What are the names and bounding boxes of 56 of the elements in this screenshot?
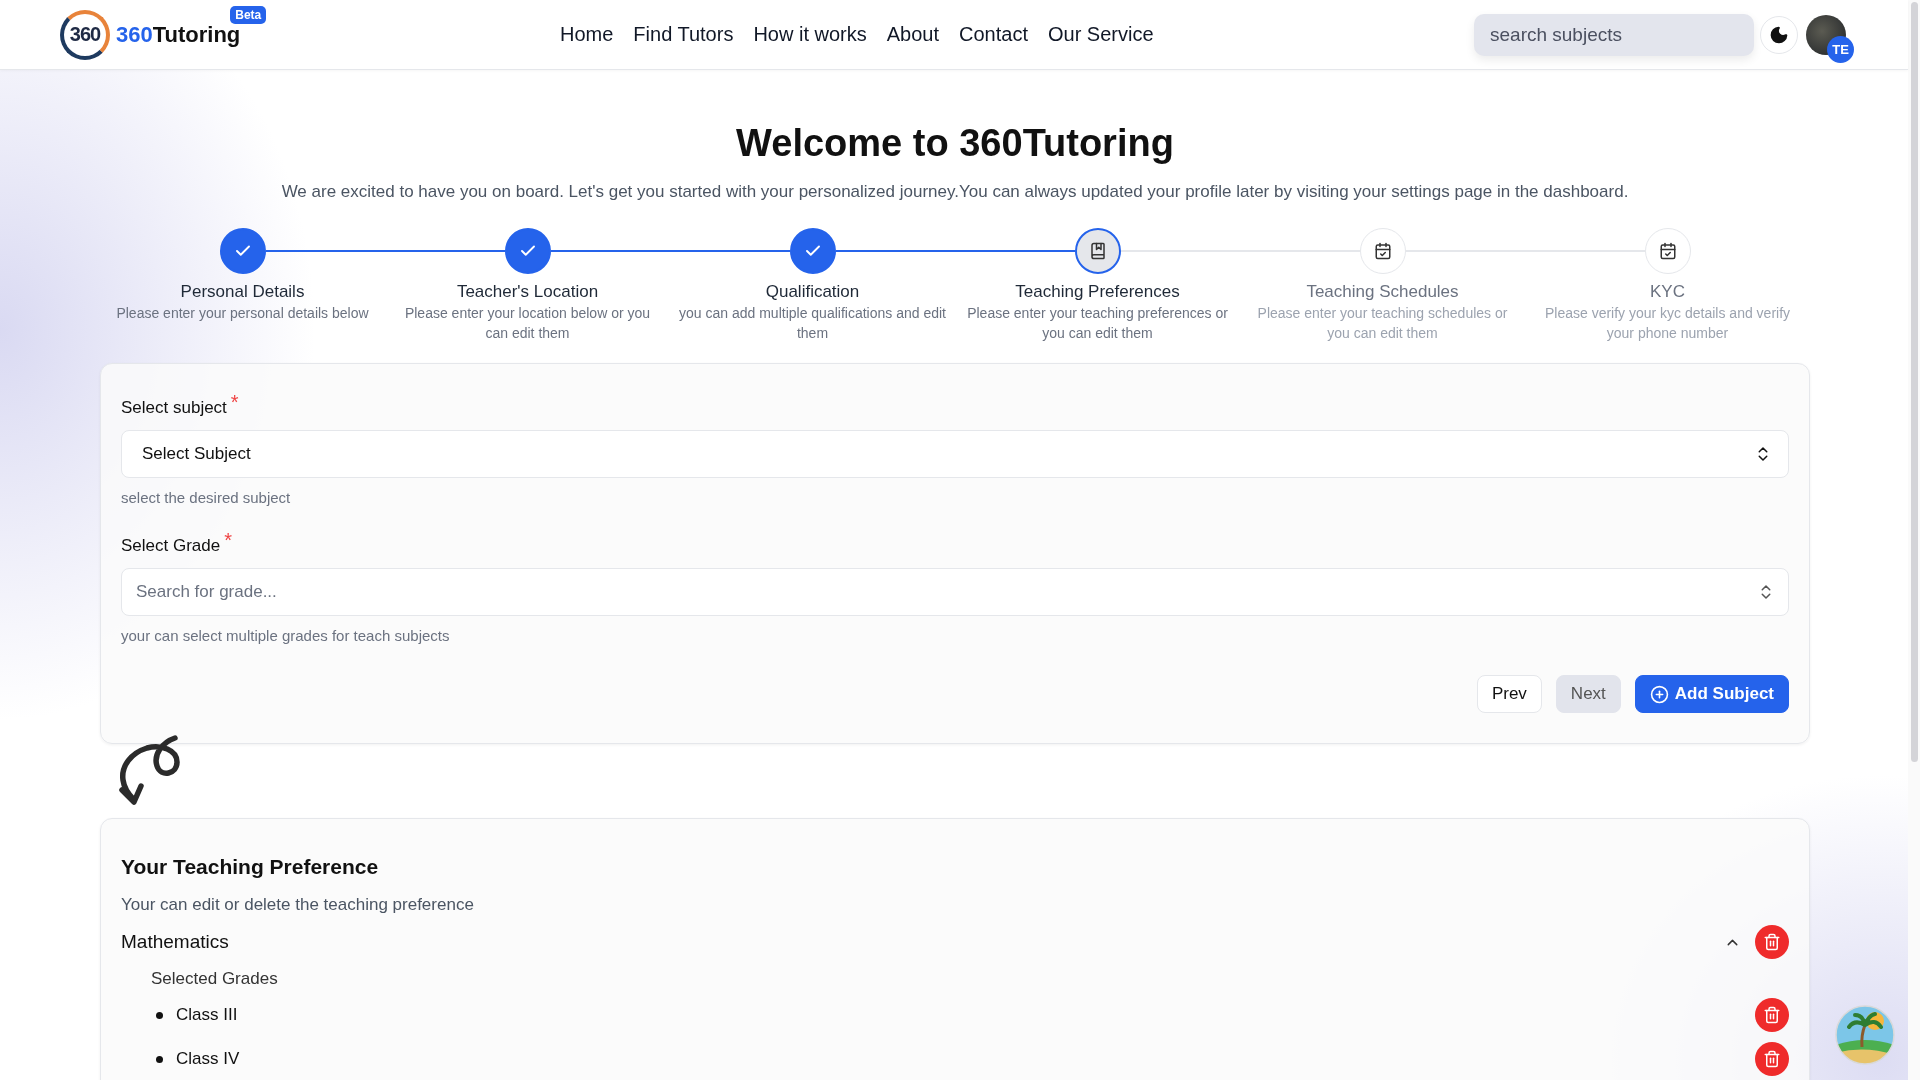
search-field[interactable]: search subjects [1474,13,1754,56]
delete-button[interactable] [1755,1042,1789,1076]
nav-link[interactable]: Our Service [1047,23,1154,46]
logo[interactable]: 360 [60,9,110,60]
grade-search-field[interactable]: Search for grade... [121,568,1789,616]
scrollbar-thumb[interactable] [1910,2,1918,762]
section-subtitle: Your can edit or delete the teaching preference [121,894,475,916]
step-title: KYC [1650,281,1685,303]
field-label: Select subject [121,397,227,419]
required-mark: * [230,392,239,412]
step-title: Teaching Schedules [1306,281,1459,303]
step-title: Qualification [765,281,860,303]
step-description: Please enter your personal details below [116,304,369,323]
grade-name: Class III [176,1005,239,1025]
nav-link[interactable]: Home [560,23,614,46]
add-subject-button[interactable]: Add Subject [1634,675,1789,713]
subject-name: Mathematics [121,930,230,954]
brand-name[interactable]: 360Tutoring [116,21,241,48]
section-title: Your Teaching Preference [121,854,380,880]
delete-button[interactable] [1755,998,1789,1032]
required-mark: * [224,530,233,550]
trash-icon [1763,933,1781,951]
bullet-icon [156,1011,163,1019]
calendar-check-icon [1373,242,1392,260]
step-description: you can add multiple qualifications and edit them [678,304,947,343]
nav-link[interactable]: About [886,23,940,46]
moon-icon [1769,24,1789,45]
bullet-icon [156,1055,163,1063]
theme-toggle-button[interactable] [1760,15,1798,54]
step-description: Please verify your kyc details and verify your phone number [1543,304,1792,343]
nav-button[interactable]: Prev [1476,675,1542,713]
field-label: Select Grade [121,535,221,557]
beta-badge: Beta [230,5,267,24]
book-icon [1088,242,1107,260]
subject-select[interactable]: Select Subject [121,430,1789,478]
step-title: Personal Details [180,281,305,303]
nav-link[interactable]: Contact [959,23,1028,46]
step-description: Please enter your teaching schedules or you can edit them [1256,304,1509,343]
nav-link[interactable]: How it works [753,23,867,46]
step-title: Teaching Preferences [1015,281,1180,303]
page-subtitle: We are excited to have you on board. Let's get you started with your personalized journey.You can always updated your profile later by visiting your settings page in the dashboard. [280,181,1630,203]
helper-text: select the desired subject [121,488,292,508]
trash-icon [1763,1006,1781,1024]
delete-button[interactable] [1755,925,1789,959]
nav-link[interactable]: Find Tutors [633,23,734,46]
helper-text: your can select multiple grades for teach subjects [121,626,451,646]
step-title: Teacher's Location [456,281,599,303]
grades-label: Selected Grades [151,968,279,990]
trash-icon [1763,1050,1781,1068]
page-title: Welcome to 360Tutoring [735,121,1175,166]
step-description: Please enter your location below or you can edit them [403,304,652,343]
initials-badge: TE [1827,35,1854,63]
calendar-check-icon [1658,242,1677,260]
grade-name: Class IV [176,1049,241,1069]
step-description: Please enter your teaching preferences or you can edit them [966,304,1229,343]
plus-circle-icon [1649,684,1669,704]
